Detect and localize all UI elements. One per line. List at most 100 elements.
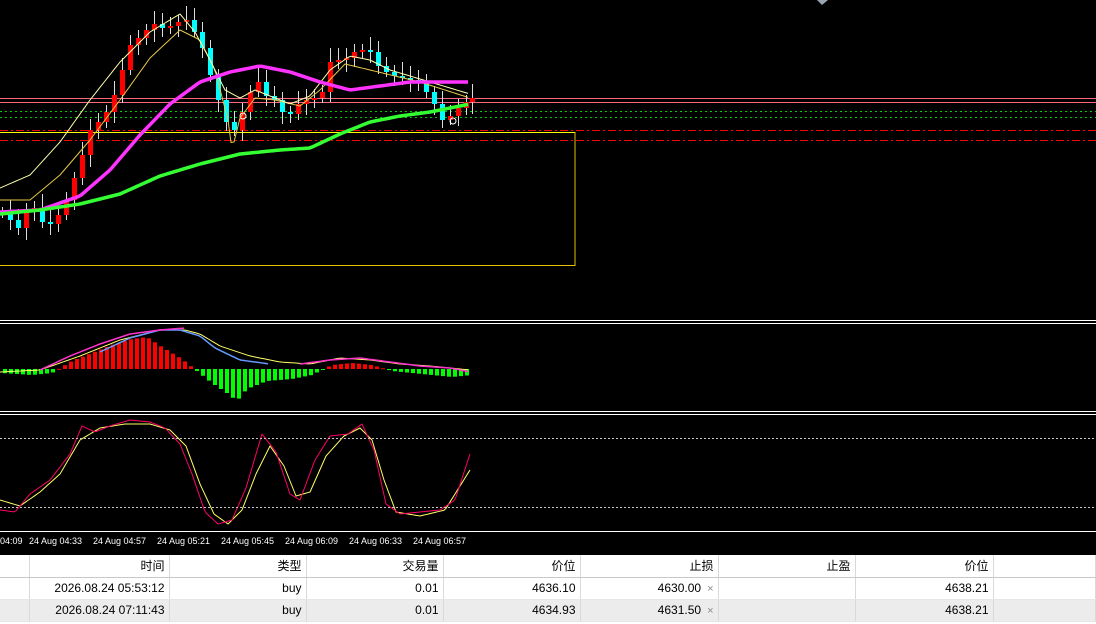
time-tick: 24 Aug 06:09 <box>285 536 338 546</box>
row-symbol-cell <box>0 599 30 622</box>
macd-bar <box>165 350 169 369</box>
macd-bar <box>321 369 325 370</box>
macd-bar <box>417 369 421 374</box>
time-tick: 24 Aug 06:33 <box>349 536 402 546</box>
take-profit-cell[interactable] <box>718 599 856 622</box>
macd-bar <box>195 369 199 371</box>
macd-bar <box>183 361 187 369</box>
macd-bar <box>225 369 229 393</box>
candle-body <box>16 220 21 228</box>
column-header-open-price[interactable]: 价位 <box>443 555 581 578</box>
macd-bar <box>315 369 319 373</box>
column-header-stop-loss[interactable]: 止损 <box>580 555 719 578</box>
type-cell: buy <box>169 599 307 622</box>
price-chart[interactable]: 04:09 24 Aug 04:33 24 Aug 04:57 24 Aug 0… <box>0 0 1096 555</box>
macd-bar <box>135 338 139 369</box>
time-tick: 04:09 <box>0 536 23 546</box>
macd-bar <box>453 369 457 377</box>
table-row[interactable]: 2026.08.24 05:53:12 buy 0.01 4636.10 463… <box>0 577 1096 600</box>
candle-body <box>176 22 181 26</box>
current-price-cell: 4638.21 <box>855 577 994 600</box>
type-cell: buy <box>169 577 307 600</box>
macd-bar <box>177 357 181 369</box>
macd-bar <box>447 369 451 377</box>
filler-cell <box>993 577 1096 600</box>
macd-bar <box>261 369 265 383</box>
candle-body <box>24 212 29 228</box>
stop-loss-value: 4630.00 <box>657 581 702 595</box>
time-cell: 2026.08.24 05:53:12 <box>29 577 170 600</box>
candle-body <box>288 112 293 114</box>
time-tick: 24 Aug 04:33 <box>29 536 82 546</box>
table-row[interactable]: 2026.08.24 07:11:43 buy 0.01 4634.93 463… <box>0 599 1096 622</box>
candle-body <box>320 92 325 98</box>
column-header-time[interactable]: 时间 <box>29 555 170 578</box>
candle-body <box>440 104 445 120</box>
column-header-type[interactable]: 类型 <box>169 555 307 578</box>
macd-bar <box>21 369 25 375</box>
candle-body <box>360 50 365 52</box>
macd-bar <box>129 339 133 369</box>
macd-bar <box>273 369 277 381</box>
macd-bar <box>399 369 403 372</box>
macd-bar <box>297 369 301 378</box>
macd-bar <box>369 364 373 369</box>
macd-bar <box>75 359 79 369</box>
macd-bar <box>87 354 91 369</box>
macd-bar <box>237 369 241 399</box>
macd-bar <box>153 342 157 369</box>
remove-stop-loss-icon[interactable]: × <box>707 605 713 617</box>
candle-body <box>48 222 53 224</box>
macd-bar <box>351 363 355 369</box>
macd-bar <box>207 369 211 381</box>
time-tick: 24 Aug 05:45 <box>221 536 274 546</box>
macd-bar <box>309 369 313 376</box>
column-header-take-profit[interactable]: 止盈 <box>718 555 856 578</box>
macd-bar <box>267 369 271 381</box>
volume-cell[interactable]: 0.01 <box>306 577 444 600</box>
macd-bar <box>117 342 121 369</box>
stop-loss-cell[interactable]: 4631.50 × <box>580 599 719 622</box>
column-header-volume[interactable]: 交易量 <box>306 555 444 578</box>
stop-loss-cell[interactable]: 4630.00 × <box>580 577 719 600</box>
macd-bar <box>363 364 367 369</box>
remove-stop-loss-icon[interactable]: × <box>707 583 713 595</box>
macd-bar <box>3 369 7 374</box>
trade-table: 时间 类型 交易量 价位 止损 止盈 价位 2026.08.24 05:53:1… <box>0 555 1096 622</box>
macd-bar <box>219 369 223 389</box>
candle-body <box>120 70 125 95</box>
macd-bar <box>411 369 415 374</box>
macd-bar <box>357 363 361 369</box>
filler-cell <box>993 599 1096 622</box>
candle-body <box>128 45 133 70</box>
time-axis: 04:09 24 Aug 04:33 24 Aug 04:57 24 Aug 0… <box>0 536 466 546</box>
candle-body <box>432 92 437 104</box>
macd-bar <box>57 368 61 370</box>
candle-body <box>368 50 373 52</box>
take-profit-cell[interactable] <box>718 577 856 600</box>
open-price-cell: 4636.10 <box>443 577 581 600</box>
time-cell: 2026.08.24 07:11:43 <box>29 599 170 622</box>
open-price-cell: 4634.93 <box>443 599 581 622</box>
column-header-symbol[interactable] <box>0 555 30 578</box>
candle-body <box>56 215 61 224</box>
column-header-filler <box>993 555 1096 578</box>
column-header-current-price[interactable]: 价位 <box>855 555 994 578</box>
macd-bar <box>243 369 247 392</box>
macd-bar <box>159 346 163 369</box>
macd-bar <box>339 364 343 369</box>
candle-body <box>168 26 173 28</box>
macd-bar <box>93 351 97 369</box>
current-price-cell: 4638.21 <box>855 599 994 622</box>
macd-bar <box>429 369 433 375</box>
macd-bar <box>291 369 295 379</box>
stop-loss-value: 4631.50 <box>657 603 702 617</box>
time-tick: 24 Aug 04:57 <box>93 536 146 546</box>
volume-cell[interactable]: 0.01 <box>306 599 444 622</box>
trade-panel: 时间 类型 交易量 价位 止损 止盈 价位 2026.08.24 05:53:1… <box>0 555 1096 624</box>
trading-terminal: 04:09 24 Aug 04:33 24 Aug 04:57 24 Aug 0… <box>0 0 1096 624</box>
macd-bar <box>381 368 385 370</box>
macd-bar <box>333 364 337 369</box>
candle-body <box>88 130 93 155</box>
macd-bar <box>345 363 349 369</box>
